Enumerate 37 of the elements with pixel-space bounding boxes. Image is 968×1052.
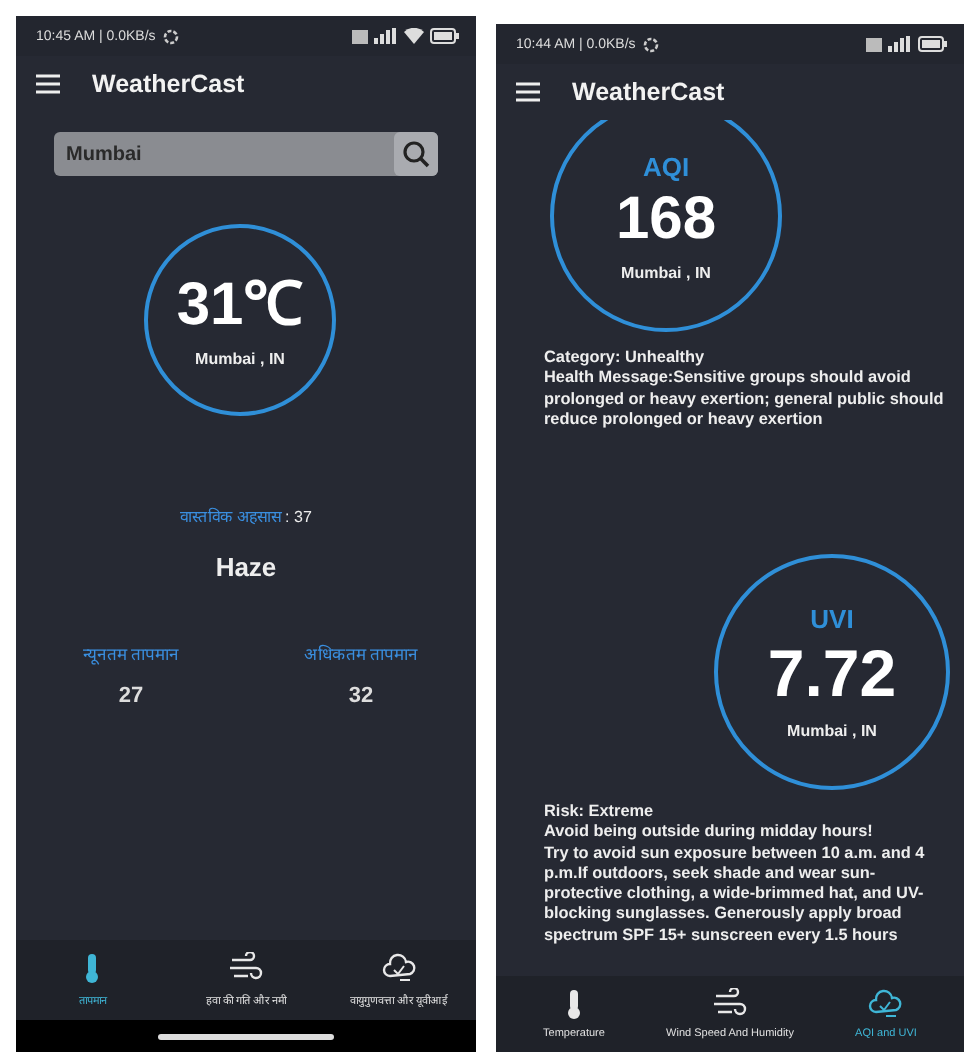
condition-label: Haze <box>215 552 277 582</box>
app-title: WeatherCast <box>572 78 725 106</box>
info-text: Try to avoid sun exposure between 10 a.m. and 4 p.m.If outdoors, seek shade and wear sun-protective clothing, a wide-brimmed hat, and UV-blocking sunglasses. Generously apply broad spectrum SPF 15+ sunscreen every 1.5 hours <box>544 843 927 946</box>
reading-value: 31℃ <box>176 272 304 338</box>
wind-icon <box>228 952 264 984</box>
location-label: Mumbai , IN <box>621 263 711 281</box>
app-title: WeatherCast <box>92 70 245 98</box>
info-text: Category: Unhealthy <box>544 348 707 369</box>
menu-icon[interactable] <box>36 74 60 94</box>
range-label: न्यूनतम तापमान <box>82 642 180 668</box>
range-value: 32 <box>348 683 374 708</box>
location-label: Mumbai , IN <box>195 350 285 368</box>
reading-value: 168 <box>615 185 717 251</box>
cloud-icon <box>381 952 418 984</box>
home-indicator[interactable] <box>158 1033 334 1039</box>
search-button[interactable] <box>394 132 438 176</box>
signal-icon <box>374 28 398 44</box>
search-icon <box>402 140 430 168</box>
index-title: AQI <box>642 151 690 181</box>
battery-icon <box>430 28 460 44</box>
info-text: Avoid being outside during midday hours! <box>544 822 875 843</box>
range-label: अधिकतम तापमान <box>303 642 419 668</box>
cloud-icon <box>868 988 904 1020</box>
info-text: Health Message:Sensitive groups should avoid prolonged or heavy exertion; general public should reduce prolonged or heavy exertion <box>544 368 944 430</box>
range-value: 27 <box>118 683 144 708</box>
wind-icon <box>712 988 748 1020</box>
feels-like-text: वास्तविक अहसास : 37 <box>180 505 312 526</box>
info-text: Risk: Extreme <box>544 802 656 823</box>
thermometer-icon <box>82 952 103 984</box>
search-field[interactable]: Mumbai <box>54 132 438 176</box>
signal-icon <box>888 36 912 52</box>
location-label: Mumbai , IN <box>787 722 877 741</box>
reading-value: 7.72 <box>767 637 897 711</box>
menu-icon[interactable] <box>516 82 540 102</box>
thermometer-icon <box>564 988 584 1020</box>
battery-icon <box>918 36 948 52</box>
index-title: UVI <box>810 603 854 634</box>
